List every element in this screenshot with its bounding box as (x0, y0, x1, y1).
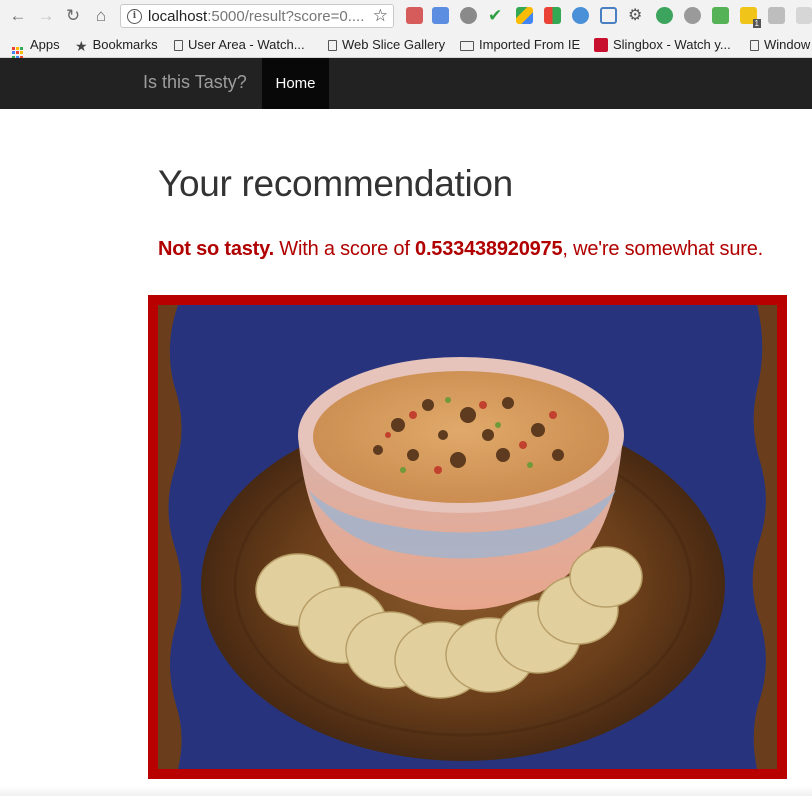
extension-badge: 1 (752, 19, 761, 28)
verdict-text: Not so tasty. (158, 238, 274, 260)
book-extension-icon[interactable] (406, 7, 423, 24)
drive-extension-icon[interactable] (516, 7, 533, 24)
bookmark-web-slice-gallery[interactable]: Web Slice Gallery (328, 37, 445, 52)
score-value: 0.533438920975 (415, 238, 563, 260)
bookmark-label: Imported From IE (479, 37, 581, 52)
page-icon (174, 40, 183, 51)
bookmark-label: Apps (30, 37, 60, 52)
photos-extension-icon[interactable] (544, 7, 561, 24)
address-bar[interactable]: i localhost:5000/result?score=0.... ☆ (120, 4, 394, 28)
bookmark-bookmarks[interactable]: ★ Bookmarks (75, 37, 158, 55)
nav-home-link[interactable]: Home (262, 58, 329, 109)
check-extension-icon[interactable]: ✔ (488, 7, 505, 24)
bookmark-label: Web Slice Gallery (342, 37, 446, 52)
back-arrow-icon[interactable]: ← (8, 6, 28, 26)
food-photo-frame (148, 295, 787, 779)
bookmark-window[interactable]: Window (750, 37, 810, 52)
bookmark-label: Window (764, 37, 811, 52)
gear-extension-icon[interactable]: ⚙ (628, 7, 645, 24)
site-navbar: Is this Tasty? Home (0, 58, 812, 109)
bug-extension-icon[interactable] (460, 7, 477, 24)
food-photo (158, 305, 777, 769)
bookmark-star-icon[interactable]: ☆ (373, 6, 388, 26)
bookmark-label: User Area - Watch... (188, 37, 305, 52)
reload-icon[interactable]: ↻ (63, 6, 83, 26)
notes-extension-icon[interactable]: 1 (740, 7, 761, 28)
c-extension-icon[interactable] (572, 7, 589, 24)
url-text: localhost:5000/result?score=0.... (148, 8, 365, 25)
site-info-icon[interactable]: i (127, 9, 142, 24)
star-icon: ★ (75, 38, 88, 54)
bookmark-label: Slingbox - Watch y... (613, 37, 731, 52)
pdf-extension-icon[interactable] (796, 7, 812, 24)
edit-extension-icon[interactable] (768, 7, 785, 24)
slingbox-icon (594, 38, 608, 52)
browser-toolbar: ← → ↻ ⌂ i localhost:5000/result?score=0.… (0, 0, 812, 32)
bookmarks-bar: Apps ★ Bookmarks User Area - Watch... Web… (0, 32, 812, 59)
page-bottom-edge (0, 786, 812, 796)
print-extension-icon[interactable] (712, 7, 729, 24)
score-suffix-text: , we're somewhat sure. (562, 238, 764, 260)
dashlane-extension-icon[interactable] (656, 7, 673, 24)
screenshot-extension-icon[interactable] (600, 7, 617, 24)
home-icon[interactable]: ⌂ (91, 6, 111, 26)
page-title: Your recommendation (158, 163, 513, 204)
bookmark-imported-from-ie[interactable]: Imported From IE (460, 37, 580, 52)
moon-extension-icon[interactable] (684, 7, 701, 24)
folder-icon (460, 41, 474, 51)
page-icon (750, 40, 759, 51)
brand-link[interactable]: Is this Tasty? (143, 72, 247, 93)
score-prefix-text: With a score of (273, 238, 416, 260)
result-text: Not so tasty. With a score of 0.53343892… (158, 238, 763, 261)
page-icon (328, 40, 337, 51)
bookmark-label: Bookmarks (92, 37, 158, 52)
bookmark-slingbox[interactable]: Slingbox - Watch y... (594, 37, 731, 52)
bookmark-apps[interactable]: Apps (12, 37, 60, 59)
translate-extension-icon[interactable] (432, 7, 449, 24)
forward-arrow-icon[interactable]: → (36, 6, 56, 26)
bookmark-user-area[interactable]: User Area - Watch... (174, 37, 305, 52)
